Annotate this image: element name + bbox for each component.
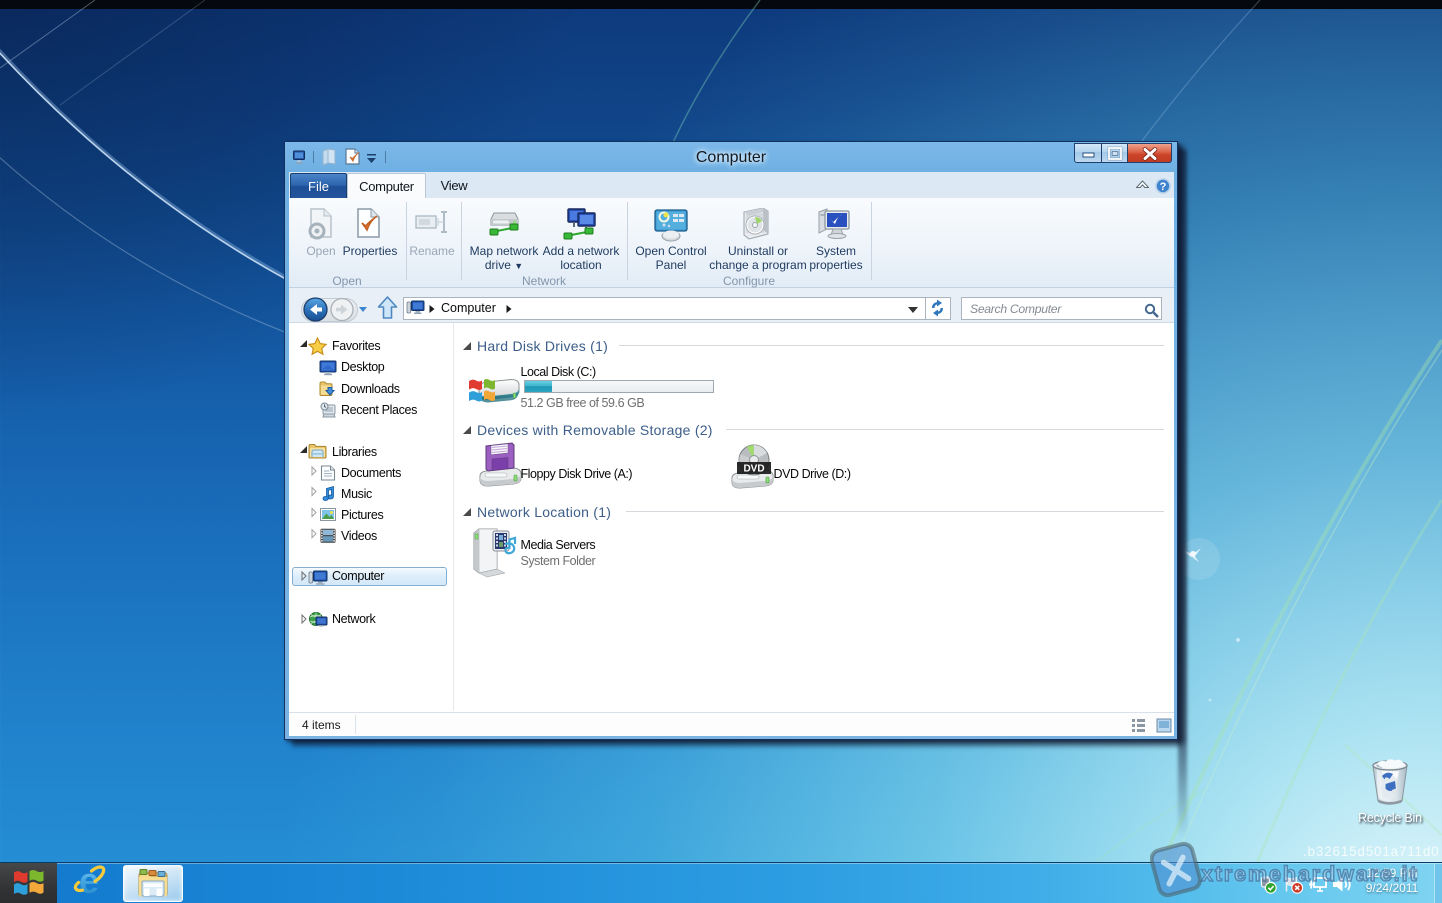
svg-text:DVD: DVD	[743, 464, 764, 475]
svg-text:?: ?	[1160, 181, 1167, 193]
